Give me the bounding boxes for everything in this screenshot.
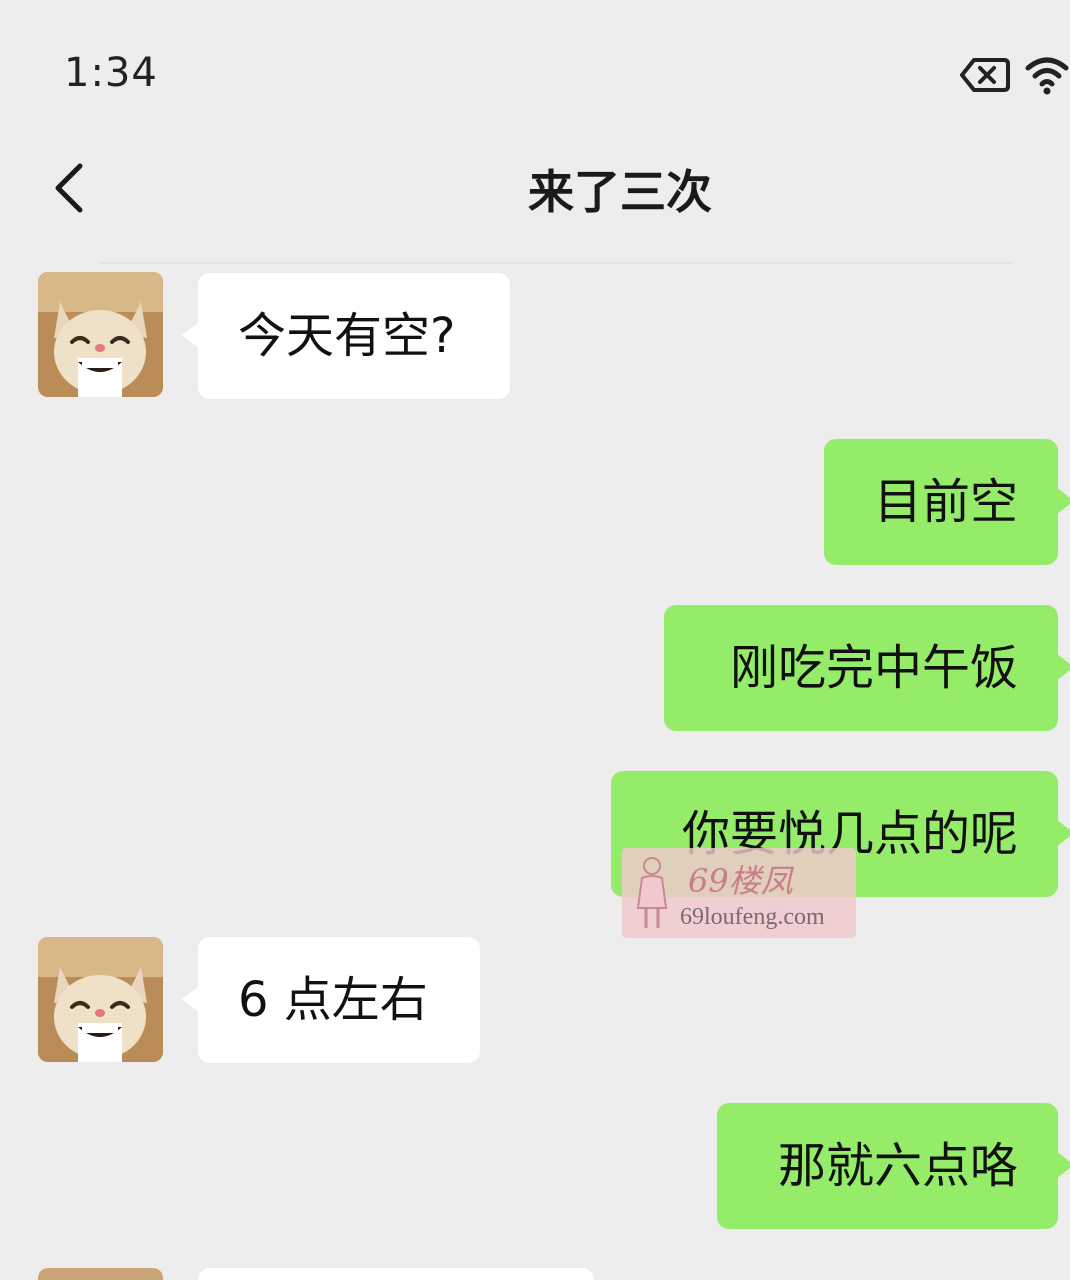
- watermark-logo-text: 69楼凤: [688, 862, 793, 900]
- status-time: 1:34: [64, 50, 158, 96]
- wifi-icon: [1025, 57, 1069, 95]
- message-bubble-outgoing[interactable]: 刚吃完中午饭: [664, 605, 1070, 731]
- message-bubble-incoming[interactable]: 今天有空?: [182, 273, 510, 399]
- watermark-figure-icon: [636, 857, 668, 928]
- message-bubble-outgoing[interactable]: 那就六点咯: [717, 1103, 1070, 1229]
- contact-avatar[interactable]: [38, 272, 163, 397]
- header-divider: [100, 262, 1012, 264]
- chat-header: 来了三次: [0, 140, 1070, 236]
- watermark: 69楼凤 69loufeng.com: [622, 848, 856, 938]
- chevron-left-icon[interactable]: [40, 158, 100, 218]
- status-bar: 1:34: [0, 0, 1070, 140]
- battery-x-icon: [960, 58, 1010, 92]
- watermark-url: 69loufeng.com: [680, 904, 825, 930]
- contact-avatar[interactable]: [38, 937, 163, 1062]
- chat-title: 来了三次: [528, 165, 712, 219]
- contact-avatar[interactable]: [38, 1268, 163, 1280]
- message-bubble-outgoing[interactable]: 目前空: [824, 439, 1070, 565]
- message-bubble-incoming[interactable]: 6 点左右: [182, 937, 480, 1063]
- message-bubble-incoming-partial[interactable]: [198, 1268, 594, 1280]
